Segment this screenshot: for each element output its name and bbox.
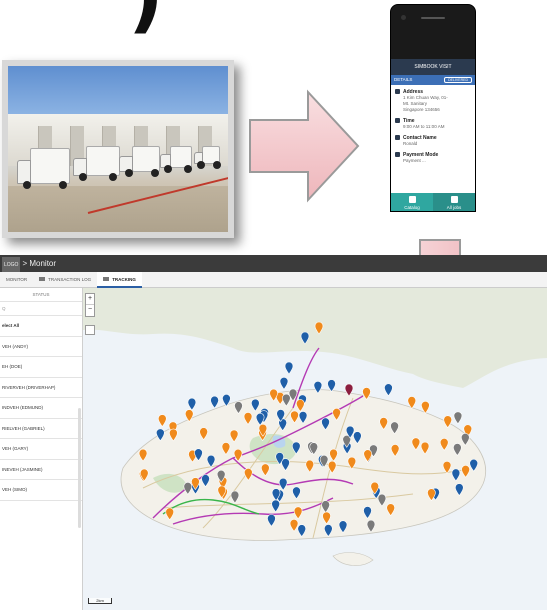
search-icon[interactable]: [85, 325, 95, 335]
vehicle-item[interactable]: VEH (GARY): [0, 439, 82, 460]
truck: [160, 146, 192, 173]
truck-icon: [39, 277, 46, 282]
contact-row: Contact Name Ronald: [395, 135, 471, 147]
list-icon: [450, 196, 458, 203]
tab-tracking[interactable]: TRACKING: [97, 271, 142, 288]
camera-icon: [401, 15, 406, 20]
map-scale: 2km: [88, 598, 112, 604]
truck: [119, 146, 160, 177]
zoom-in-button[interactable]: +: [86, 294, 94, 305]
vehicle-item[interactable]: INEVEH (JASMINE): [0, 460, 82, 480]
vehicle-item[interactable]: VEH (SIMO): [0, 480, 82, 501]
gear-icon: [408, 196, 416, 203]
mobile-app-phone: SIMBOOK VISIT DETAILS DELIVERED Address …: [390, 4, 476, 212]
contact-value: Ronald: [403, 141, 418, 147]
map-canvas[interactable]: [83, 288, 547, 610]
zoom-out-button[interactable]: −: [86, 305, 94, 316]
app-tabs: MONITOR TRANSACTION LOG TRACKING: [0, 271, 547, 288]
vehicle-item[interactable]: EH (DOE): [0, 357, 82, 378]
payment-row: Payment Mode Payment ...: [395, 152, 471, 164]
address-line: Singapore 134656: [403, 107, 440, 113]
vehicle-sidebar: STATUS Q elect All VEH (ANDY) EH (DOE) R…: [0, 288, 83, 610]
southern-islands: [332, 552, 374, 566]
tab-monitor[interactable]: MONITOR: [0, 272, 33, 288]
pavement: [8, 186, 228, 232]
address-row: Address 1 Kim Chuan Way, 01- Mt. Sanitar…: [395, 89, 471, 113]
vehicle-item[interactable]: INDVEH (EDMUND): [0, 398, 82, 419]
land-area: [83, 288, 547, 388]
phone-app-title: SIMBOOK VISIT: [391, 59, 475, 75]
select-all-item[interactable]: elect All: [0, 316, 82, 337]
vehicle-item[interactable]: VEH (ANDY): [0, 337, 82, 357]
zoom-controls: + −: [85, 293, 95, 317]
warehouse-scene: [8, 66, 228, 232]
monitor-app: LOGO > Monitor MONITOR TRANSACTION LOG TR…: [0, 255, 547, 610]
speaker-icon: [421, 17, 445, 19]
truck: [17, 148, 70, 189]
payment-value: Payment ...: [403, 158, 426, 164]
vehicle-pin-icon[interactable]: [210, 395, 219, 409]
vehicle-filter-input[interactable]: Q: [0, 302, 82, 316]
vehicle-pin-icon[interactable]: [279, 376, 289, 390]
sidebar-scrollbar[interactable]: [78, 408, 81, 528]
arrow-right-icon: [249, 89, 360, 203]
time-row: Time 9:00 AM to 11:00 AM: [395, 118, 471, 130]
phone-status-chip[interactable]: DELIVERED: [444, 77, 472, 83]
app-title: > Monitor: [22, 259, 57, 268]
app-titlebar: LOGO > Monitor: [0, 255, 547, 274]
vehicle-item[interactable]: RIVERVEH (DRIVERHAP): [0, 378, 82, 398]
card-icon: [395, 152, 400, 158]
time-value: 9:00 AM to 11:00 AM: [403, 124, 445, 130]
tab-all-jobs[interactable]: All jobs: [433, 193, 475, 211]
status-header: STATUS: [0, 288, 82, 302]
vehicle-pin-icon[interactable]: [453, 411, 463, 425]
tab-catalog[interactable]: Catalog: [391, 193, 433, 211]
vehicle-pin-icon[interactable]: [284, 361, 294, 375]
phone-sub-label: DETAILS: [394, 77, 413, 82]
vehicle-pin-icon[interactable]: [158, 414, 167, 428]
clock-icon: [395, 118, 400, 124]
tracking-map[interactable]: [83, 288, 547, 610]
map-icon: [103, 277, 110, 282]
phone-job-details: Address 1 Kim Chuan Way, 01- Mt. Sanitar…: [391, 85, 475, 193]
truck-photo: [2, 60, 234, 238]
phone-tab-bar: Catalog All jobs: [391, 193, 475, 211]
vehicle-pin-icon[interactable]: [384, 383, 393, 397]
vehicle-pin-icon[interactable]: [187, 397, 197, 411]
person-icon: [395, 135, 400, 141]
phone-subbar: DETAILS DELIVERED: [391, 75, 475, 85]
vehicle-item[interactable]: RIELVEH (GABRIEL): [0, 419, 82, 439]
partial-parenthesis-glyph: ): [128, 0, 164, 36]
truck: [73, 146, 120, 181]
tab-transaction-log[interactable]: TRANSACTION LOG: [33, 272, 97, 288]
truck: [194, 146, 221, 169]
location-icon: [395, 89, 400, 94]
